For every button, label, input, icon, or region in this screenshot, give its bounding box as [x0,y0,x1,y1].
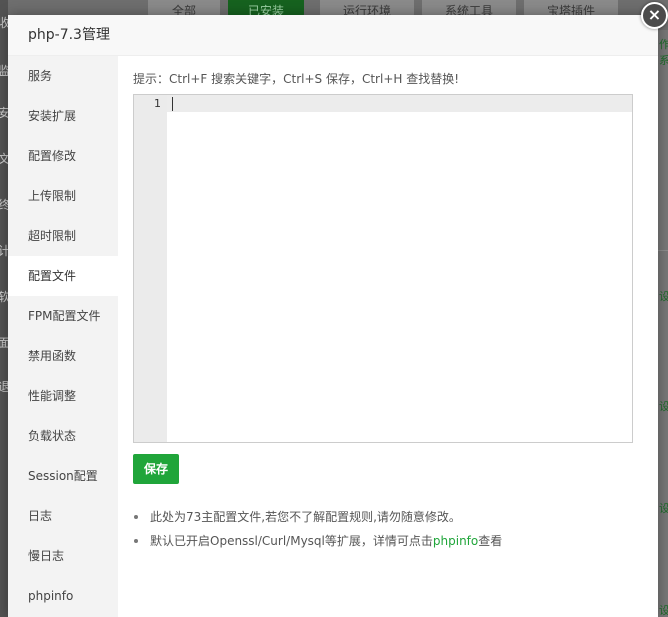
note-config-warning: 此处为73主配置文件,若您不了解配置规则,请勿随意修改。 [133,505,633,529]
modal-header: php-7.3管理 [8,15,658,56]
background-right-text: 设 [659,502,668,515]
editor-gutter: 1 [134,95,167,442]
active-line-highlight [167,95,632,112]
sidebar-item-fpm-config-file[interactable]: FPM配置文件 [8,296,118,336]
modal-title: php-7.3管理 [28,27,110,43]
background-tab: 系统工具 [422,0,516,16]
bullet-icon [134,515,138,519]
sidebar-item-config-modify[interactable]: 配置修改 [8,136,118,176]
php-manager-modal: php-7.3管理 服务 安装扩展 配置修改 上传限制 超时限制 配置文件 FP… [8,15,658,617]
background-tab-bar: 全部 已安装 运行环境 系统工具 宝塔插件 [130,0,668,16]
sidebar-item-service[interactable]: 服务 [8,56,118,96]
note-text: 默认已开启Openssl/Curl/Mysql等扩展，详情可点击 [150,534,433,548]
sidebar-item-phpinfo[interactable]: phpinfo [8,576,118,616]
background-tab-active: 已安装 [228,0,304,16]
sidebar-item-log[interactable]: 日志 [8,496,118,536]
background-tab: 全部 [148,0,220,16]
bullet-icon [134,539,138,543]
background-divider [658,250,668,251]
sidebar-item-config-file[interactable]: 配置文件 [8,256,118,296]
background-right-text: 设 [659,604,668,617]
modal-sidebar: 服务 安装扩展 配置修改 上传限制 超时限制 配置文件 FPM配置文件 禁用函数… [8,56,118,617]
save-button[interactable]: 保存 [133,454,179,484]
sidebar-item-performance-tuning[interactable]: 性能调整 [8,376,118,416]
sidebar-item-load-status[interactable]: 负载状态 [8,416,118,456]
sidebar-item-install-extensions[interactable]: 安装扩展 [8,96,118,136]
phpinfo-link[interactable]: phpinfo [433,534,478,548]
line-number: 1 [154,97,161,110]
background-right-text: 设 [659,290,668,303]
background-left-nav: 收 监 安 文 终 计 软 面 退 [0,0,10,617]
editor-hint: 提示：Ctrl+F 搜索关键字，Ctrl+S 保存，Ctrl+H 查找替换! [133,72,460,86]
sidebar-item-disabled-functions[interactable]: 禁用函数 [8,336,118,376]
background-tab: 宝塔插件 [524,0,618,16]
text-cursor [172,97,173,111]
sidebar-item-upload-limit[interactable]: 上传限制 [8,176,118,216]
notes-list: 此处为73主配置文件,若您不了解配置规则,请勿随意修改。 默认已开启Openss… [133,505,633,553]
background-tab: 运行环境 [320,0,414,16]
code-editor[interactable]: 1 [133,94,633,443]
sidebar-item-timeout-limit[interactable]: 超时限制 [8,216,118,256]
background-right-panel [658,30,668,617]
sidebar-item-slow-log[interactable]: 慢日志 [8,536,118,576]
background-right-text: 设 [659,400,668,413]
note-text-suffix: 查看 [478,534,503,548]
background-right-text: 作系 [659,38,668,67]
note-text: 此处为73主配置文件,若您不了解配置规则,请勿随意修改。 [150,510,461,524]
note-extensions-info: 默认已开启Openssl/Curl/Mysql等扩展，详情可点击phpinfo查… [133,529,633,553]
close-icon[interactable]: × [641,2,668,29]
sidebar-item-session-config[interactable]: Session配置 [8,456,118,496]
